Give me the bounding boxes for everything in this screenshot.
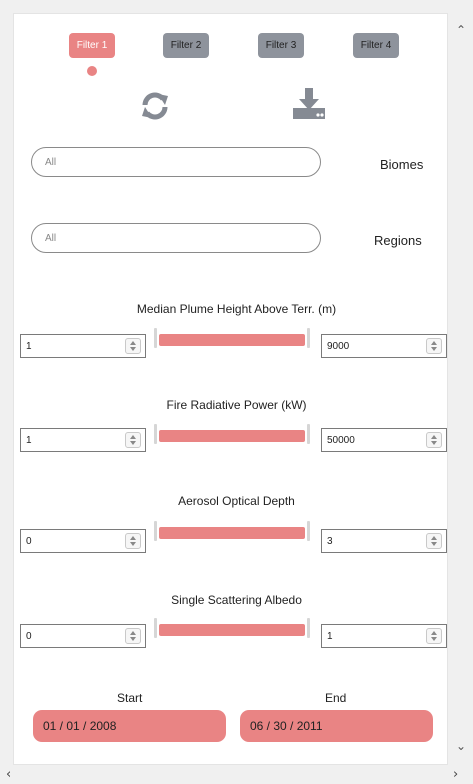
tab-filter-4[interactable]: Filter 4	[353, 33, 399, 58]
filter-panel	[13, 13, 448, 765]
plume-height-min-value: 1	[26, 340, 32, 352]
frp-min-handle[interactable]	[154, 424, 157, 444]
ssa-min-input[interactable]: 0	[20, 624, 146, 648]
plume-height-min-input[interactable]: 1	[20, 334, 146, 358]
frp-max-value: 50000	[327, 434, 355, 446]
ssa-range-fill	[159, 624, 305, 636]
frp-max-stepper[interactable]	[426, 432, 442, 448]
plume-height-max-value: 9000	[327, 340, 350, 352]
plume-height-range-slider[interactable]	[154, 328, 310, 350]
vertical-scrollbar[interactable]: ⌃ ⌄	[451, 13, 473, 765]
start-date-label: Start	[117, 691, 143, 705]
aod-min-value: 0	[26, 535, 32, 547]
ssa-max-handle[interactable]	[307, 618, 310, 638]
scroll-right-icon[interactable]: ›	[453, 767, 458, 782]
scroll-down-icon[interactable]: ⌄	[456, 739, 466, 753]
plume-height-min-handle[interactable]	[154, 328, 157, 348]
aod-min-input[interactable]: 0	[20, 529, 146, 553]
plume-height-range-fill	[159, 334, 305, 346]
plume-height-max-stepper[interactable]	[426, 338, 442, 354]
ssa-min-handle[interactable]	[154, 618, 157, 638]
plume-height-max-handle[interactable]	[307, 328, 310, 348]
regions-select[interactable]: All	[31, 223, 321, 253]
frp-range-slider[interactable]	[154, 424, 310, 446]
ssa-range-slider[interactable]	[154, 618, 310, 640]
horizontal-scrollbar[interactable]: ‹ ›	[0, 766, 473, 784]
frp-max-handle[interactable]	[307, 424, 310, 444]
filter-window: Filter 1 Filter 2 Filter 3 Filter 4 All …	[0, 0, 473, 784]
ssa-min-value: 0	[26, 630, 32, 642]
plume-height-title: Median Plume Height Above Terr. (m)	[136, 302, 337, 316]
biomes-label: Biomes	[380, 157, 424, 172]
fire-radiative-power-title: Fire Radiative Power (kW)	[166, 398, 307, 412]
scroll-up-icon[interactable]: ⌃	[456, 23, 466, 37]
download-icon	[293, 88, 325, 119]
aod-min-handle[interactable]	[154, 521, 157, 541]
tab-filter-3[interactable]: Filter 3	[258, 33, 304, 58]
aerosol-optical-depth-title: Aerosol Optical Depth	[178, 494, 295, 508]
plume-height-min-stepper[interactable]	[125, 338, 141, 354]
ssa-max-value: 1	[327, 630, 333, 642]
aod-range-fill	[159, 527, 305, 539]
refresh-button[interactable]	[139, 90, 171, 122]
download-button[interactable]	[291, 87, 327, 121]
aod-max-handle[interactable]	[307, 521, 310, 541]
aod-min-stepper[interactable]	[125, 533, 141, 549]
ssa-max-input[interactable]: 1	[321, 624, 447, 648]
aod-max-stepper[interactable]	[426, 533, 442, 549]
frp-max-input[interactable]: 50000	[321, 428, 447, 452]
frp-min-value: 1	[26, 434, 32, 446]
aod-max-input[interactable]: 3	[321, 529, 447, 553]
single-scattering-albedo-title: Single Scattering Albedo	[171, 593, 302, 607]
aod-range-slider[interactable]	[154, 521, 310, 543]
end-date-label: End	[325, 691, 347, 705]
frp-min-stepper[interactable]	[125, 432, 141, 448]
frp-min-input[interactable]: 1	[20, 428, 146, 452]
active-tab-indicator	[87, 66, 97, 76]
plume-height-max-input[interactable]: 9000	[321, 334, 447, 358]
regions-label: Regions	[374, 233, 422, 248]
biomes-select[interactable]: All	[31, 147, 321, 177]
ssa-max-stepper[interactable]	[426, 628, 442, 644]
frp-range-fill	[159, 430, 305, 442]
end-date-input[interactable]: 06 / 30 / 2011	[240, 710, 433, 742]
scroll-left-icon[interactable]: ‹	[6, 767, 11, 782]
tab-filter-2[interactable]: Filter 2	[163, 33, 209, 58]
aod-max-value: 3	[327, 535, 333, 547]
refresh-icon	[142, 92, 168, 120]
tab-filter-1[interactable]: Filter 1	[69, 33, 115, 58]
ssa-min-stepper[interactable]	[125, 628, 141, 644]
start-date-input[interactable]: 01 / 01 / 2008	[33, 710, 226, 742]
